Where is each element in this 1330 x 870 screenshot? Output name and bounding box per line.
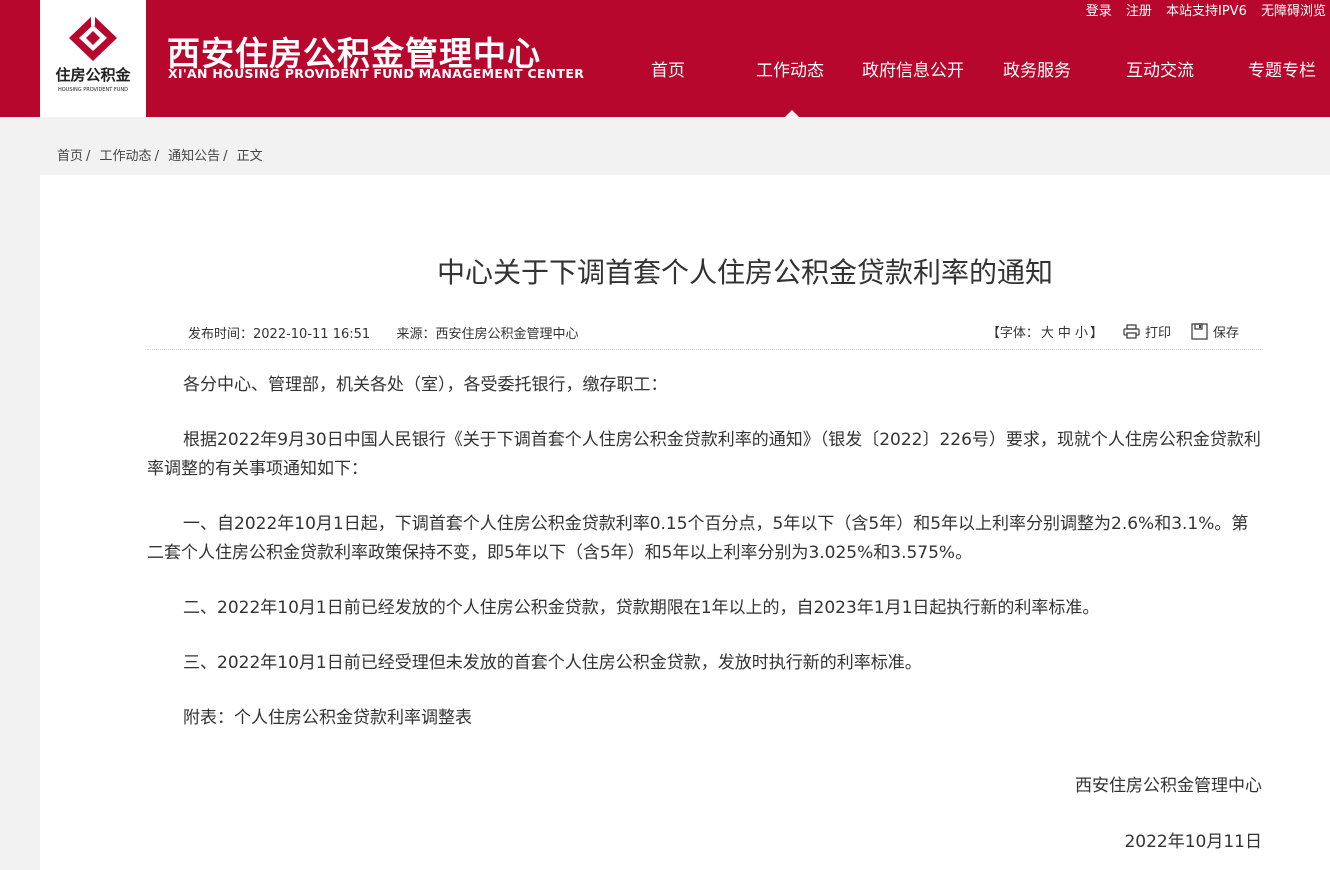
breadcrumb-work-news[interactable]: 工作动态 xyxy=(100,149,152,164)
article-panel: 中心关于下调首套个人住房公积金贷款利率的通知 发布时间：2022-10-11 1… xyxy=(40,175,1330,870)
print-button[interactable]: 打印 xyxy=(1123,322,1171,341)
nav-active-indicator xyxy=(785,110,799,117)
breadcrumb-separator: / xyxy=(154,149,159,164)
signature-date: 2022年10月11日 xyxy=(1124,832,1262,852)
article-tools: 【字体：大中小】 打印 保存 xyxy=(987,322,1239,341)
main-nav: 首页 工作动态 政府信息公开 政务服务 互动交流 专题专栏 xyxy=(608,0,1330,117)
nav-item-topics[interactable]: 专题专栏 xyxy=(1248,56,1316,81)
breadcrumb-home[interactable]: 首页 xyxy=(57,149,83,164)
article-meta: 发布时间：2022-10-11 16:51 来源：西安住房公积金管理中心 【字体… xyxy=(147,309,1263,350)
body-paragraph: 根据2022年9月30日中国人民银行《关于下调首套个人住房公积金贷款利率的通知》… xyxy=(147,430,1261,479)
logo-emblem-icon xyxy=(69,14,117,61)
save-label: 保存 xyxy=(1212,326,1239,341)
nav-item-home[interactable]: 首页 xyxy=(651,56,685,81)
breadcrumb-notices[interactable]: 通知公告 xyxy=(168,149,220,164)
body-paragraph: 二、2022年10月1日前已经发放的个人住房公积金贷款，贷款期限在1年以上的，自… xyxy=(183,598,1100,618)
body-paragraph: 三、2022年10月1日前已经受理但未发放的首套个人住房公积金贷款，发放时执行新… xyxy=(183,653,922,673)
font-size-control: 【字体：大中小】 xyxy=(987,322,1103,341)
body-paragraph: 一、自2022年10月1日起，下调首套个人住房公积金贷款利率0.15个百分点，5… xyxy=(147,514,1249,563)
save-button[interactable]: 保存 xyxy=(1191,322,1239,341)
attachment-paragraph[interactable]: 附表：个人住房公积金贷款利率调整表 xyxy=(147,704,1263,733)
nav-item-gov-info[interactable]: 政府信息公开 xyxy=(862,56,964,81)
source-value: 西安住房公积金管理中心 xyxy=(435,327,579,342)
nav-item-services[interactable]: 政务服务 xyxy=(1003,56,1071,81)
article-body: 各分中心、管理部，机关各处（室），各受委托银行，缴存职工： 根据2022年9月3… xyxy=(147,371,1263,759)
site-subtitle: XI'AN HOUSING PROVIDENT FUND MANAGEMENT … xyxy=(168,66,585,81)
nav-item-interaction[interactable]: 互动交流 xyxy=(1126,56,1194,81)
signature: 西安住房公积金管理中心 xyxy=(1075,776,1262,796)
logo-subtext: HOUSING PROVIDENT FUND xyxy=(58,87,128,93)
salutation-paragraph: 各分中心、管理部，机关各处（室），各受委托银行，缴存职工： xyxy=(183,375,668,395)
publish-label: 发布时间： xyxy=(188,327,254,342)
breadcrumb-current: 正文 xyxy=(236,149,263,164)
article-title: 中心关于下调首套个人住房公积金贷款利率的通知 xyxy=(436,256,1053,289)
print-label: 打印 xyxy=(1144,326,1171,341)
printer-icon xyxy=(1123,324,1140,339)
breadcrumb: 首页 / 工作动态 / 通知公告 / 正文 xyxy=(57,145,263,164)
font-size-open: 【字体： xyxy=(986,326,1039,341)
font-size-close: 】 xyxy=(1089,326,1103,341)
font-size-medium[interactable]: 中 xyxy=(1058,326,1071,341)
source-label: 来源： xyxy=(396,327,436,342)
publish-time: 2022-10-11 16:51 xyxy=(253,327,371,342)
article-info: 发布时间：2022-10-11 16:51 来源：西安住房公积金管理中心 xyxy=(188,323,578,342)
font-size-large[interactable]: 大 xyxy=(1041,326,1054,341)
logo[interactable]: 住房公积金 HOUSING PROVIDENT FUND xyxy=(40,0,146,117)
breadcrumb-separator: / xyxy=(86,149,91,164)
logo-text: 住房公积金 xyxy=(55,66,131,84)
save-icon xyxy=(1191,323,1208,340)
site-header: 住房公积金 HOUSING PROVIDENT FUND 西安住房公积金管理中心… xyxy=(0,0,1330,117)
font-size-small[interactable]: 小 xyxy=(1075,326,1088,341)
breadcrumb-separator: / xyxy=(223,149,228,164)
nav-item-work-news[interactable]: 工作动态 xyxy=(756,56,824,81)
